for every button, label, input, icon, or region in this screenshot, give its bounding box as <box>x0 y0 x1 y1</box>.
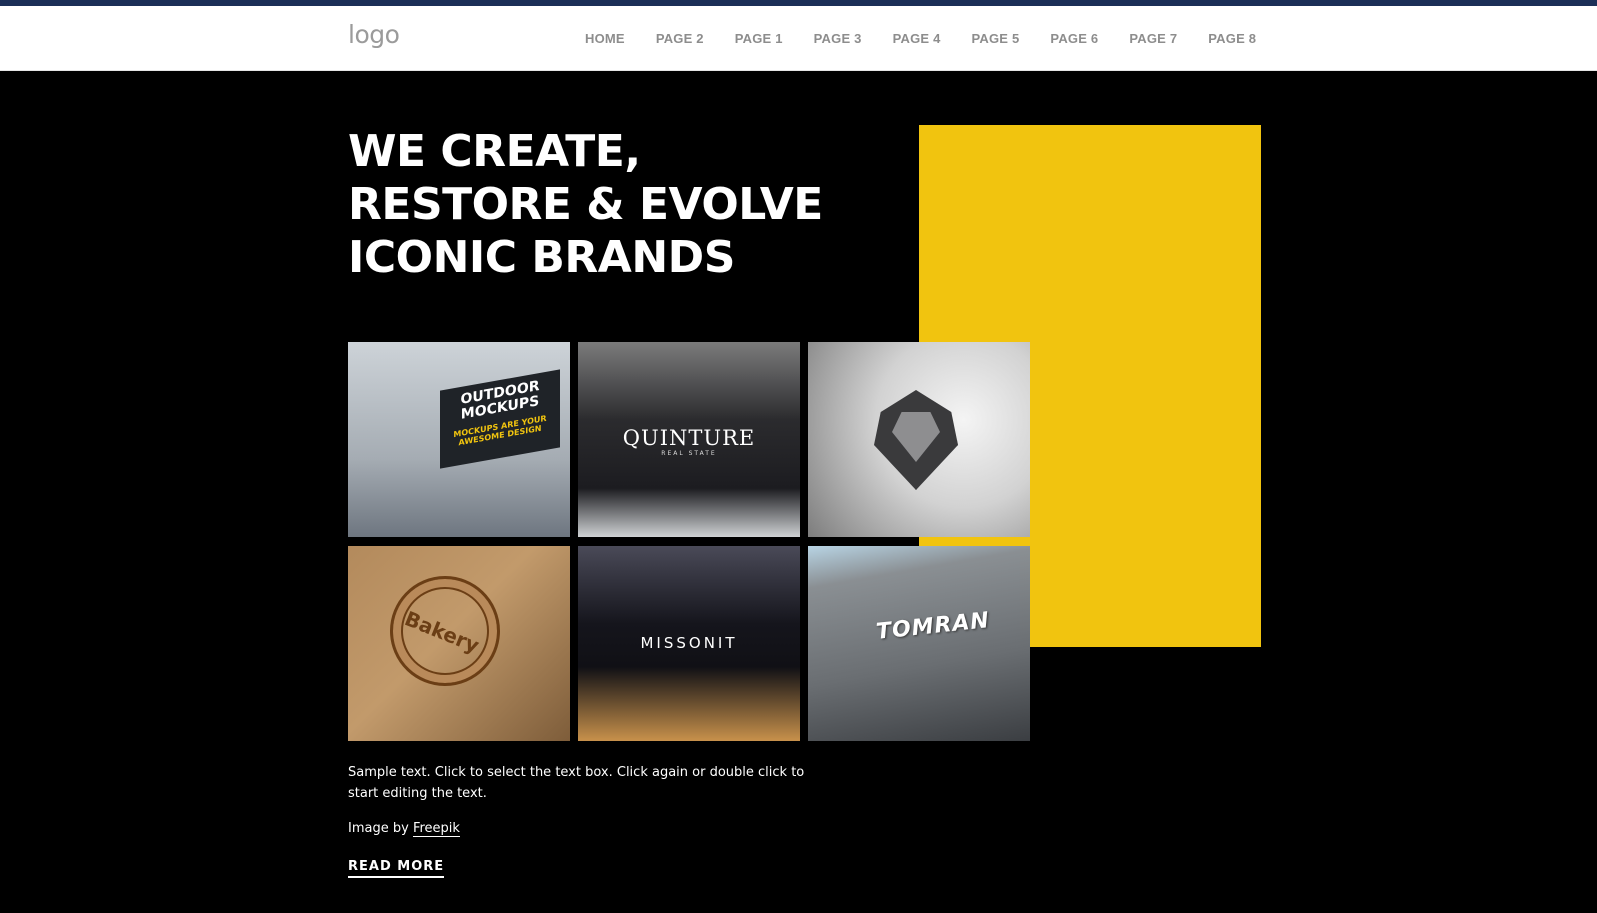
site-header: logo HOME PAGE 2 PAGE 1 PAGE 3 PAGE 4 PA… <box>0 6 1597 71</box>
nav-page-1[interactable]: PAGE 1 <box>735 31 783 46</box>
gallery-image-lion-logo <box>808 342 1030 537</box>
freepik-link[interactable]: Freepik <box>412 821 460 837</box>
image-credit: Image by Freepik <box>348 821 460 837</box>
nav-page-2[interactable]: PAGE 2 <box>656 31 704 46</box>
nav-page-8[interactable]: PAGE 8 <box>1208 31 1256 46</box>
quinture-subtitle: REAL STATE <box>661 450 717 457</box>
credit-prefix: Image by <box>348 821 409 836</box>
gallery-image-bakery-stamp: Bakery <box>348 546 570 741</box>
gallery-image-quinture: QUINTURE REAL STATE <box>578 342 800 537</box>
read-more-link[interactable]: READ MORE <box>348 859 445 878</box>
gallery-image-outdoor-mockup: OUTDOOR MOCKUPS MOCKUPS ARE YOUR AWESOME… <box>348 342 570 537</box>
sample-text: Sample text. Click to select the text bo… <box>348 765 805 801</box>
main-nav: HOME PAGE 2 PAGE 1 PAGE 3 PAGE 4 PAGE 5 … <box>585 6 1256 70</box>
gallery-image-tomran: TOMRAN <box>808 546 1030 741</box>
nav-page-6[interactable]: PAGE 6 <box>1050 31 1098 46</box>
nav-page-7[interactable]: PAGE 7 <box>1129 31 1177 46</box>
nav-page-5[interactable]: PAGE 5 <box>972 31 1020 46</box>
nav-page-4[interactable]: PAGE 4 <box>893 31 941 46</box>
nav-home[interactable]: HOME <box>585 31 625 46</box>
missonit-sign: MISSONIT <box>640 634 738 652</box>
quinture-sign: QUINTURE <box>622 426 756 450</box>
hero-headline: WE CREATE, RESTORE & EVOLVE ICONIC BRAND… <box>348 126 823 283</box>
site-logo[interactable]: logo <box>348 20 400 49</box>
gallery-image-missonit: MISSONIT <box>578 546 800 741</box>
nav-page-3[interactable]: PAGE 3 <box>814 31 862 46</box>
tomran-sign: TOMRAN <box>875 608 991 645</box>
